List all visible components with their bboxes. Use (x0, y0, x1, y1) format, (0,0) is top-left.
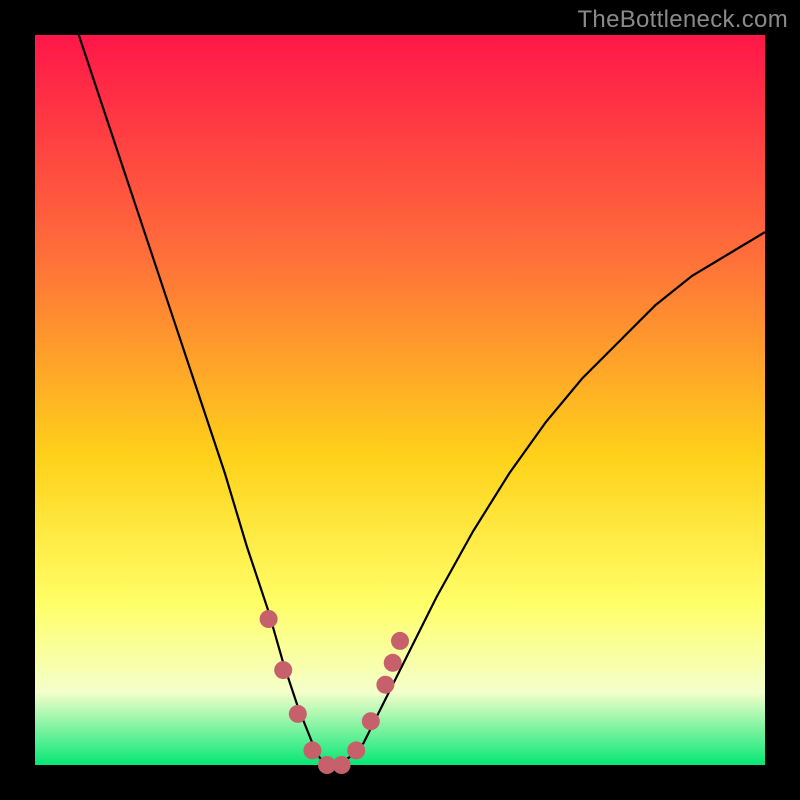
marker-dot (376, 676, 394, 694)
marker-dot (362, 712, 380, 730)
marker-dot (333, 756, 351, 774)
marker-dot (289, 705, 307, 723)
marker-dot (347, 741, 365, 759)
marker-dot (384, 654, 402, 672)
chart-frame: TheBottleneck.com (0, 0, 800, 800)
marker-dot (260, 610, 278, 628)
marker-dot (274, 661, 292, 679)
watermark-text: TheBottleneck.com (577, 6, 788, 34)
marker-dot (391, 632, 409, 650)
marker-dot (303, 741, 321, 759)
plot-background (35, 35, 765, 765)
chart-svg (0, 0, 800, 800)
